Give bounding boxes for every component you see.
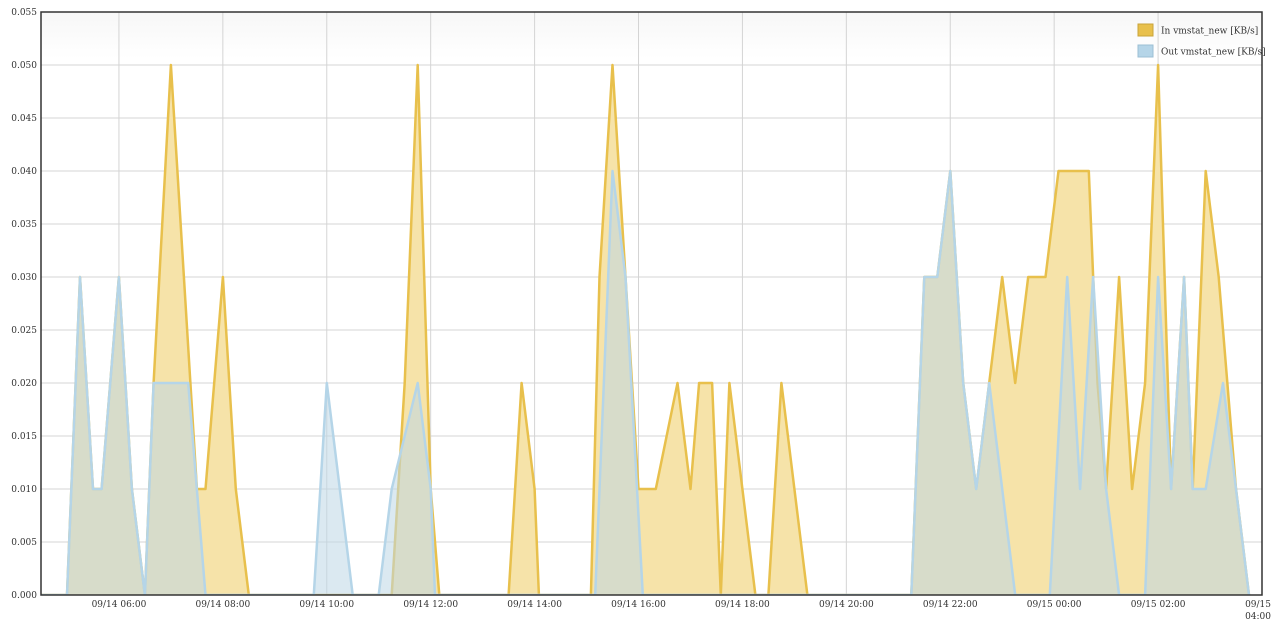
series-0-point [1118,276,1120,278]
series-1-point [101,488,103,490]
legend-swatch [1137,44,1154,58]
series-1-point [339,488,341,490]
x-tick-label: 09/15 04:00 [1245,600,1271,622]
series-1-point [936,276,938,278]
series-1-point [1092,276,1094,278]
x-tick-label: 09/14 08:00 [195,600,250,610]
y-tick-label: 0.055 [11,8,37,18]
series-0-point [728,382,731,384]
series-0-point [611,64,614,66]
series-0-point [1027,276,1029,278]
x-tick-label: 09/14 22:00 [923,600,978,610]
series-1-point [988,382,990,384]
x-tick-label: 09/15 00:00 [1027,600,1082,610]
series-0-point [170,64,172,66]
x-tick-label: 09/14 12:00 [403,600,458,610]
series-1-point [624,276,627,278]
series-0-point [417,64,419,66]
y-tick-label: 0.035 [11,220,37,230]
series-1-point [79,276,81,278]
series-0-point [741,488,744,490]
series-0-point [1218,276,1220,278]
legend-label: Out vmstat_new [KB/s] [1161,48,1266,58]
series-0-point [1001,276,1003,278]
y-tick-label: 0.030 [11,273,37,283]
series-0-point [1205,170,1207,172]
series-0-point [1057,170,1060,172]
series-1-point [131,488,133,490]
y-axis-ticks: 0.000 0.005 0.010 0.015 0.020 0.025 0.030 0.035… [11,8,37,601]
series-0-point [793,488,796,490]
traffic-area-chart: 0.000 0.005 0.010 0.015 0.020 0.025 0.030 0.035… [11,8,1272,622]
legend-swatch [1137,23,1154,37]
series-0-point [1131,488,1133,490]
x-tick-label: 09/15 02:00 [1131,600,1186,610]
series-1-point [1183,276,1185,278]
series-1-point [962,382,964,384]
series-0-point [1157,64,1159,66]
y-tick-label: 0.005 [11,538,37,548]
series-0-point [698,382,700,384]
series-0-point [1044,276,1047,278]
series-0-point [711,382,713,384]
series-0-point [780,382,783,384]
x-axis-ticks: 09/14 06:00 09/14 08:00 09/14 10:00 09/14 1… [92,600,1272,622]
y-tick-label: 0.050 [11,61,37,71]
series-1-point [326,382,328,384]
series-0-point [1088,170,1090,172]
series-1-point [1170,488,1172,490]
series-1-point [417,382,419,384]
series-0-point [1144,382,1146,384]
series-1-point [1192,488,1194,490]
series-1-point [1001,488,1003,490]
series-1-point [975,488,977,490]
series-0-point [1014,382,1016,384]
series-1-point [153,382,155,384]
series-1-point [923,276,925,278]
x-tick-label: 09/14 06:00 [92,600,147,610]
series-0-point [222,276,224,278]
series-1-point [1235,488,1237,490]
x-tick-label: 09/14 14:00 [507,600,562,610]
series-1-point [1205,488,1207,490]
series-0-point [655,488,657,490]
y-tick-label: 0.015 [11,432,37,442]
series-0-point [598,276,601,278]
series-1-point [118,276,120,278]
x-tick-label: 09/14 20:00 [819,600,874,610]
y-tick-label: 0.000 [11,591,37,601]
y-tick-label: 0.045 [11,114,37,124]
series-1-point [92,488,94,490]
y-tick-label: 0.010 [11,485,37,495]
series-0-point [404,382,406,384]
x-tick-label: 09/14 10:00 [299,600,354,610]
series-1-point [391,488,393,490]
series-0-point [204,488,207,490]
series-0-point [235,488,237,490]
series-1-point [949,170,951,172]
series-1-point [1066,276,1068,278]
series-1-point [1157,276,1159,278]
legend-label: In vmstat_new [KB/s] [1161,27,1258,37]
series-1-point [611,170,614,172]
x-tick-label: 09/14 16:00 [611,600,666,610]
series-1-point [1079,488,1081,490]
series-0-point [521,382,523,384]
series-1-point [187,382,189,384]
y-tick-label: 0.025 [11,326,37,336]
series-1-point [1222,382,1224,384]
y-tick-label: 0.020 [11,379,37,389]
x-tick-label: 09/14 18:00 [715,600,770,610]
series-0-point [676,382,679,384]
series-0-point [689,488,692,490]
series-1-point [1105,488,1107,490]
series-1-point [430,488,432,490]
y-tick-label: 0.040 [11,167,37,177]
series-0-point [534,488,536,490]
